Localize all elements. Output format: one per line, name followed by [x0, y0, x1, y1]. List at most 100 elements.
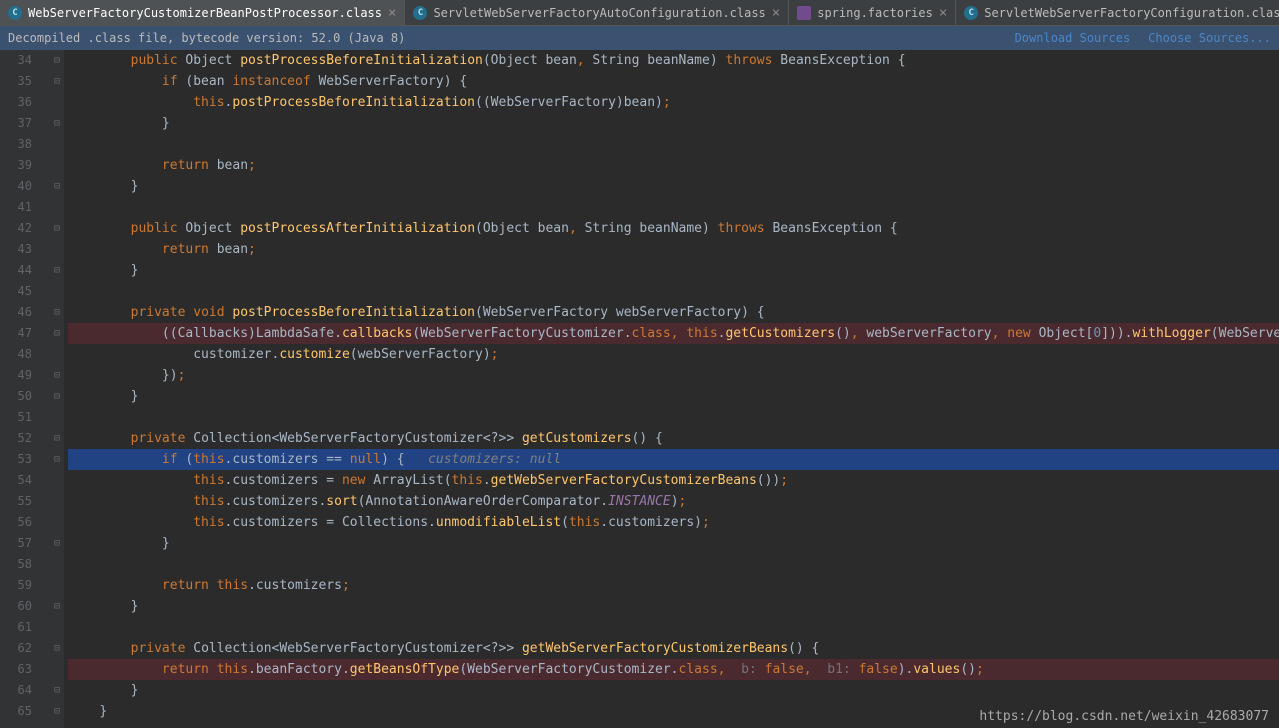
code-line[interactable]: }	[68, 680, 1279, 701]
fold-toggle[interactable]	[50, 281, 64, 302]
code-line[interactable]: return bean;	[68, 155, 1279, 176]
line-number[interactable]: 39	[0, 155, 32, 176]
code-line[interactable]: private void postProcessBeforeInitializa…	[68, 302, 1279, 323]
code-line[interactable]: private Collection<WebServerFactoryCusto…	[68, 428, 1279, 449]
fold-toggle[interactable]	[50, 134, 64, 155]
fold-toggle[interactable]	[50, 470, 64, 491]
fold-toggle[interactable]	[50, 512, 64, 533]
fold-toggle[interactable]: ⊟	[50, 365, 64, 386]
code-line[interactable]: public Object postProcessBeforeInitializ…	[68, 50, 1279, 71]
line-number[interactable]: 42o↑	[0, 218, 32, 239]
code-line[interactable]: });	[68, 365, 1279, 386]
close-icon[interactable]: ×	[388, 5, 396, 21]
code-line[interactable]	[68, 134, 1279, 155]
code-line[interactable]: customizer.customize(webServerFactory);	[68, 344, 1279, 365]
fold-toggle[interactable]	[50, 155, 64, 176]
code-line[interactable]: this.postProcessBeforeInitialization((We…	[68, 92, 1279, 113]
line-number[interactable]: 61	[0, 617, 32, 638]
fold-toggle[interactable]	[50, 659, 64, 680]
line-number-gutter[interactable]: 34o↑3536373839404142o↑434445464748495051…	[0, 50, 50, 728]
fold-toggle[interactable]	[50, 92, 64, 113]
fold-toggle[interactable]: ⊟	[50, 680, 64, 701]
line-number[interactable]: 65	[0, 701, 32, 722]
line-number[interactable]: 62	[0, 638, 32, 659]
fold-toggle[interactable]	[50, 575, 64, 596]
line-number[interactable]: 54	[0, 470, 32, 491]
choose-sources-link[interactable]: Choose Sources...	[1148, 31, 1271, 45]
code-line[interactable]	[68, 197, 1279, 218]
line-number[interactable]: 48	[0, 344, 32, 365]
code-line[interactable]: }	[68, 533, 1279, 554]
line-number[interactable]: 34o↑	[0, 50, 32, 71]
code-line[interactable]: this.customizers = Collections.unmodifia…	[68, 512, 1279, 533]
code-area[interactable]: public Object postProcessBeforeInitializ…	[64, 50, 1279, 728]
line-number[interactable]: 49	[0, 365, 32, 386]
line-number[interactable]: 40	[0, 176, 32, 197]
line-number[interactable]: 35	[0, 71, 32, 92]
fold-toggle[interactable]: ⊟	[50, 638, 64, 659]
code-line[interactable]: ((Callbacks)LambdaSafe.callbacks(WebServ…	[68, 323, 1279, 344]
code-line[interactable]: return this.beanFactory.getBeansOfType(W…	[68, 659, 1279, 680]
fold-toggle[interactable]: ⊟	[50, 113, 64, 134]
code-line[interactable]: }	[68, 386, 1279, 407]
fold-toggle[interactable]	[50, 197, 64, 218]
line-number[interactable]: 63	[0, 659, 32, 680]
fold-toggle[interactable]: ⊟	[50, 71, 64, 92]
code-line[interactable]: }	[68, 596, 1279, 617]
fold-toggle[interactable]: ⊟	[50, 596, 64, 617]
code-editor[interactable]: 34o↑3536373839404142o↑434445464748495051…	[0, 50, 1279, 728]
close-icon[interactable]: ×	[939, 5, 947, 21]
fold-toggle[interactable]: ⊟	[50, 176, 64, 197]
code-line[interactable]: if (this.customizers == null) { customiz…	[68, 449, 1279, 470]
code-line[interactable]: this.customizers.sort(AnnotationAwareOrd…	[68, 491, 1279, 512]
line-number[interactable]: 47	[0, 323, 32, 344]
fold-toggle[interactable]: ⊟	[50, 260, 64, 281]
fold-toggle[interactable]: ⊟	[50, 533, 64, 554]
line-number[interactable]: 46	[0, 302, 32, 323]
fold-toggle[interactable]	[50, 407, 64, 428]
fold-toggle[interactable]: ⊟	[50, 218, 64, 239]
fold-toggle[interactable]: ⊟	[50, 449, 64, 470]
code-line[interactable]	[68, 407, 1279, 428]
code-line[interactable]: }	[68, 176, 1279, 197]
code-line[interactable]: }	[68, 113, 1279, 134]
code-line[interactable]	[68, 554, 1279, 575]
code-line[interactable]: if (bean instanceof WebServerFactory) {	[68, 71, 1279, 92]
code-line[interactable]: return bean;	[68, 239, 1279, 260]
line-number[interactable]: 55	[0, 491, 32, 512]
code-line[interactable]: }	[68, 260, 1279, 281]
code-line[interactable]	[68, 617, 1279, 638]
editor-tab-0[interactable]: CWebServerFactoryCustomizerBeanPostProce…	[0, 0, 405, 25]
editor-tab-1[interactable]: CServletWebServerFactoryAutoConfiguratio…	[405, 0, 789, 25]
fold-toggle[interactable]: ⊟	[50, 50, 64, 71]
fold-column[interactable]: ⊟⊟⊟⊟⊟⊟⊟⊟⊟⊟⊟⊟⊟⊟⊟⊟⊟	[50, 50, 64, 728]
code-line[interactable]: public Object postProcessAfterInitializa…	[68, 218, 1279, 239]
editor-tab-2[interactable]: spring.factories×	[789, 0, 956, 25]
download-sources-link[interactable]: Download Sources	[1015, 31, 1131, 45]
line-number[interactable]: 50	[0, 386, 32, 407]
line-number[interactable]: 52	[0, 428, 32, 449]
line-number[interactable]: 51	[0, 407, 32, 428]
line-number[interactable]: 38	[0, 134, 32, 155]
line-number[interactable]: 43	[0, 239, 32, 260]
code-line[interactable]: this.customizers = new ArrayList(this.ge…	[68, 470, 1279, 491]
line-number[interactable]: 37	[0, 113, 32, 134]
fold-toggle[interactable]: ⊟	[50, 701, 64, 722]
fold-toggle[interactable]: ⊟	[50, 323, 64, 344]
code-line[interactable]: return this.customizers;	[68, 575, 1279, 596]
line-number[interactable]: 36	[0, 92, 32, 113]
line-number[interactable]: 45	[0, 281, 32, 302]
code-line[interactable]	[68, 281, 1279, 302]
line-number[interactable]: 56	[0, 512, 32, 533]
fold-toggle[interactable]	[50, 554, 64, 575]
line-number[interactable]: 53	[0, 449, 32, 470]
line-number[interactable]: 60	[0, 596, 32, 617]
line-number[interactable]: 41	[0, 197, 32, 218]
fold-toggle[interactable]	[50, 617, 64, 638]
line-number[interactable]: 57	[0, 533, 32, 554]
fold-toggle[interactable]	[50, 344, 64, 365]
fold-toggle[interactable]: ⊟	[50, 428, 64, 449]
fold-toggle[interactable]: ⊟	[50, 386, 64, 407]
line-number[interactable]: 64	[0, 680, 32, 701]
line-number[interactable]: 59	[0, 575, 32, 596]
